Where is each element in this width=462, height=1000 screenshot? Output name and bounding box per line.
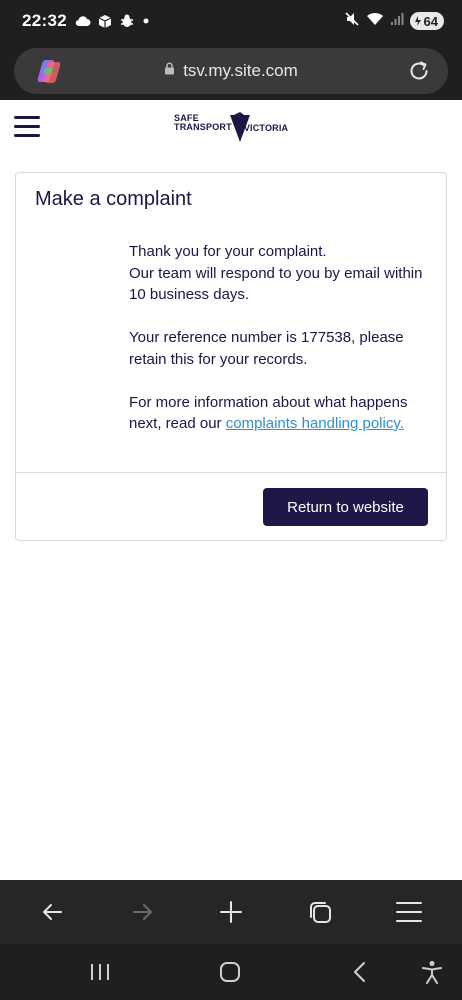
battery-icon: 64	[409, 12, 444, 30]
signal-icon	[390, 12, 404, 31]
lock-icon	[164, 62, 175, 80]
site-header: SAFE TRANSPORT VICTORIA	[0, 100, 462, 158]
wifi-icon	[366, 12, 384, 31]
safe-transport-victoria-logo[interactable]: SAFE TRANSPORT VICTORIA	[174, 112, 289, 146]
return-to-website-button[interactable]: Return to website	[263, 488, 428, 526]
card-divider	[16, 472, 446, 473]
thank-you-paragraph: Thank you for your complaint. Our team w…	[129, 241, 434, 306]
thank-you-text: Thank you for your complaint.	[129, 243, 327, 260]
tabs-icon[interactable]	[300, 892, 340, 932]
logo-line-victoria: VICTORIA	[243, 123, 289, 133]
more-info-paragraph: For more information about what happens …	[129, 392, 434, 435]
complaints-policy-link[interactable]: complaints handling policy.	[226, 415, 404, 432]
dot-icon	[141, 16, 151, 26]
page-title: Make a complaint	[35, 188, 192, 210]
confirmation-message: Thank you for your complaint. Our team w…	[129, 241, 434, 456]
bug-icon	[119, 13, 135, 29]
logo-wordmark: SAFE TRANSPORT	[174, 114, 232, 132]
reference-number-text: Your reference number is 177538, please …	[129, 329, 404, 368]
android-nav-bar	[0, 944, 462, 1000]
back-icon[interactable]	[346, 958, 374, 986]
complaint-confirmation-card: Make a complaint Thank you for your comp…	[15, 172, 447, 541]
back-icon[interactable]	[33, 892, 73, 932]
forward-icon[interactable]	[122, 892, 162, 932]
battery-level: 64	[423, 13, 438, 29]
cloud-icon	[75, 15, 91, 27]
status-right-icons: 64	[344, 11, 444, 32]
logo-line-transport: TRANSPORT	[174, 122, 232, 132]
status-left-icons	[75, 13, 151, 29]
menu-icon[interactable]	[389, 892, 429, 932]
status-bar: 22:32 64	[0, 0, 462, 42]
home-icon[interactable]	[216, 958, 244, 986]
new-tab-icon[interactable]	[211, 892, 251, 932]
recents-icon[interactable]	[86, 958, 114, 986]
copilot-icon[interactable]	[34, 56, 64, 86]
url-bar[interactable]: tsv.my.site.com	[14, 48, 448, 94]
mute-icon	[344, 11, 360, 32]
hamburger-menu-icon[interactable]	[14, 116, 40, 138]
browser-address-bar: tsv.my.site.com	[0, 42, 462, 100]
url-display: tsv.my.site.com	[14, 48, 448, 94]
url-text: tsv.my.site.com	[183, 61, 298, 80]
accessibility-icon[interactable]	[418, 958, 446, 986]
response-time-text: Our team will respond to you by email wi…	[129, 264, 423, 304]
files-icon	[97, 13, 113, 29]
status-time: 22:32	[22, 11, 67, 30]
reload-icon[interactable]	[404, 56, 434, 86]
browser-bottom-toolbar	[0, 880, 462, 944]
